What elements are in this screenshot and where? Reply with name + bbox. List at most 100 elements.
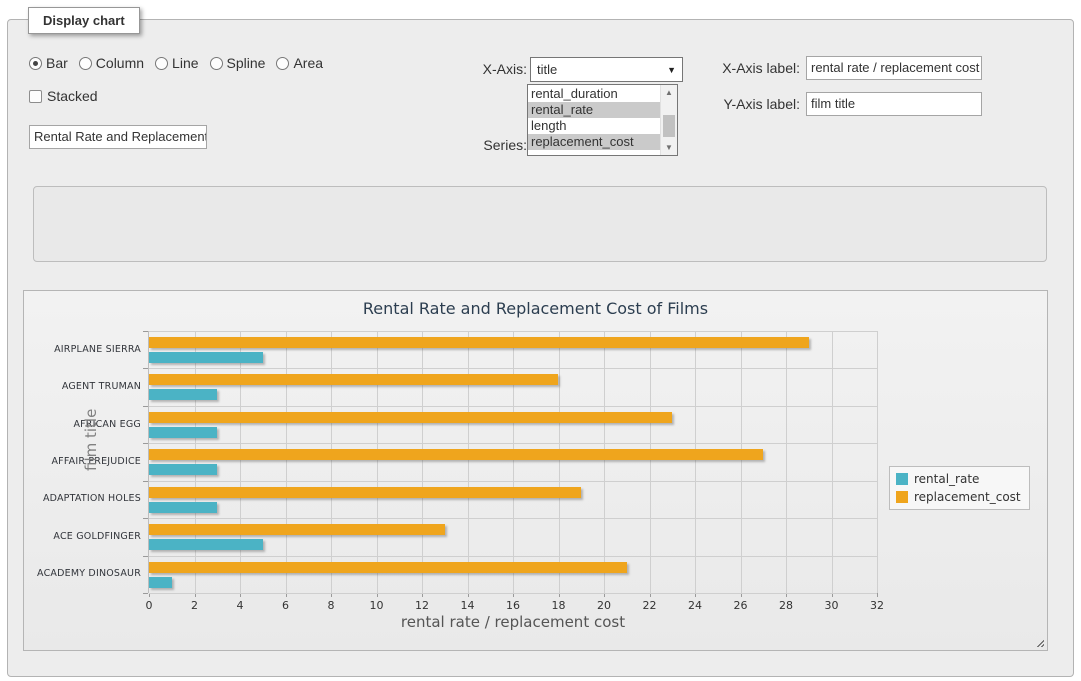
gridline [695,331,696,593]
bar-rental_rate[interactable] [149,502,217,513]
chart-legend: rental_rate replacement_cost [889,466,1030,510]
stacked-checkbox[interactable] [29,90,42,103]
x-tick-label: 10 [357,599,397,612]
series-listbox[interactable]: rental_durationrental_ratelengthreplacem… [527,84,678,156]
gridline [286,331,287,593]
bar-rental_rate[interactable] [149,389,217,400]
x-tick-label: 14 [448,599,488,612]
x-tick-label: 16 [493,599,533,612]
scrollbar-thumb[interactable] [663,115,675,137]
radio-icon[interactable] [79,57,92,70]
x-tick-label: 12 [402,599,442,612]
plot-area [149,331,877,593]
category-label: AGENT TRUMAN [24,381,141,392]
legend-swatch-icon [896,491,908,503]
category-label: ADAPTATION HOLES [24,493,141,504]
series-option-replacement_cost[interactable]: replacement_cost [528,134,660,150]
radio-label: Line [172,55,198,71]
bar-replacement_cost[interactable] [149,337,809,348]
x-tick-label: 0 [129,599,169,612]
chart-type-radio-column[interactable]: Column [79,55,144,71]
bar-replacement_cost[interactable] [149,412,672,423]
bar-replacement_cost[interactable] [149,487,581,498]
chart-type-radio-line[interactable]: Line [155,55,198,71]
chart-type-radio-bar[interactable]: Bar [29,55,68,71]
gridline [149,593,877,594]
y-tick [143,406,148,407]
gridline [149,331,877,332]
resize-handle-icon[interactable] [1034,637,1044,647]
x-axis-select-label: X-Axis: [430,57,527,82]
gridline [195,331,196,593]
legend-label: rental_rate [914,472,979,486]
y-tick [143,593,148,594]
x-tick-label: 24 [675,599,715,612]
gridline [650,331,651,593]
series-option-rental_duration[interactable]: rental_duration [528,86,660,102]
radio-icon[interactable] [29,57,42,70]
gridline [422,331,423,593]
gridline [377,331,378,593]
y-tick [143,443,148,444]
panel-title: Display chart [28,7,140,34]
chart-type-radio-spline[interactable]: Spline [210,55,266,71]
legend-item-replacement_cost[interactable]: replacement_cost [896,490,1021,504]
legend-item-rental_rate[interactable]: rental_rate [896,472,1021,486]
y-axis-label-input[interactable]: film title [806,92,982,116]
scroll-down-icon[interactable]: ▼ [661,140,677,155]
gridline [786,331,787,593]
gridline [149,481,877,482]
radio-icon[interactable] [276,57,289,70]
bar-rental_rate[interactable] [149,352,263,363]
chevron-down-icon: ▼ [667,65,676,75]
chart-type-radio-area[interactable]: Area [276,55,323,71]
category-label: ACADEMY DINOSAUR [24,568,141,579]
bar-replacement_cost[interactable] [149,374,558,385]
gridline [149,443,877,444]
x-axis-label-input[interactable]: rental rate / replacement cost [806,56,982,80]
bar-replacement_cost[interactable] [149,449,763,460]
gridline [513,331,514,593]
x-axis-selected-value: title [537,62,557,77]
x-tick-label: 20 [584,599,624,612]
bar-rental_rate[interactable] [149,539,263,550]
gridline [741,331,742,593]
bar-replacement_cost[interactable] [149,562,627,573]
y-tick [143,518,148,519]
radio-label: Column [96,55,144,71]
chart-container: Rental Rate and Replacement Cost of Film… [23,290,1048,651]
radio-icon[interactable] [155,57,168,70]
x-tick-label: 32 [857,599,897,612]
series-option-length[interactable]: length [528,118,660,134]
scroll-up-icon[interactable]: ▲ [661,85,677,100]
y-tick [143,368,148,369]
x-axis-label-field-label: X-Axis label: [700,56,800,81]
x-tick-label: 8 [311,599,351,612]
radio-label: Spline [227,55,266,71]
gridline [149,406,877,407]
radio-label: Area [293,55,323,71]
gridline [149,518,877,519]
bar-rental_rate[interactable] [149,577,172,588]
y-axis-label-field-label: Y-Axis label: [700,92,800,117]
stacked-checkbox-row[interactable]: Stacked [29,88,98,104]
gridline [877,331,878,593]
x-tick-label: 28 [766,599,806,612]
category-label: AIRPLANE SIERRA [24,344,141,355]
gridline [468,331,469,593]
bar-replacement_cost[interactable] [149,524,445,535]
row-params-box: Start row: 0 Number of rows: 7 Go [33,186,1047,262]
gridline [559,331,560,593]
x-axis-title: rental rate / replacement cost [149,613,877,631]
chart-title-input[interactable]: Rental Rate and Replacement Cost of Film… [29,125,207,149]
category-label: ACE GOLDFINGER [24,531,141,542]
listbox-scrollbar[interactable]: ▲ ▼ [660,85,677,155]
y-tick [143,331,148,332]
gridline [331,331,332,593]
series-select-label: Series: [430,133,527,158]
x-axis-select[interactable]: title ▼ [530,57,683,82]
bar-rental_rate[interactable] [149,464,217,475]
bar-rental_rate[interactable] [149,427,217,438]
series-option-rental_rate[interactable]: rental_rate [528,102,660,118]
radio-icon[interactable] [210,57,223,70]
